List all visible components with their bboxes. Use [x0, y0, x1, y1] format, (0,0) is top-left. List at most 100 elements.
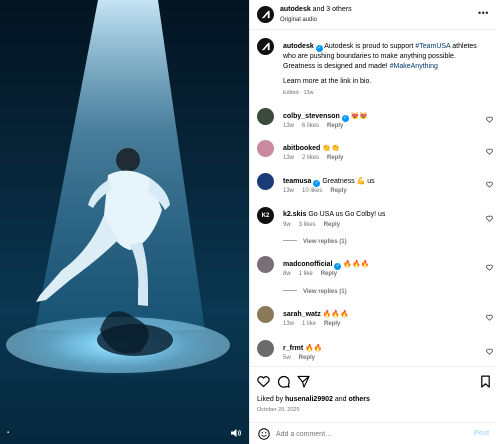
likes-prefix: Liked by: [257, 396, 286, 403]
replies-dash: [283, 240, 297, 241]
like-comment-heart-icon[interactable]: [486, 264, 493, 271]
author-username[interactable]: autodesk: [280, 6, 311, 13]
commenter-avatar[interactable]: [257, 108, 274, 125]
comment-line: abitbooked 👏👏: [283, 144, 340, 152]
audio-label[interactable]: Original audio: [280, 17, 317, 23]
reply-button[interactable]: Reply: [330, 188, 346, 194]
comment-item: madconofficial ✓ 🔥🔥🔥 8w 1 like Reply: [250, 256, 496, 286]
caption-username[interactable]: autodesk: [283, 43, 314, 50]
comment-meta: 9w 3 likes Reply: [283, 222, 348, 228]
reply-button[interactable]: Reply: [324, 321, 340, 327]
commenter-avatar[interactable]: [257, 173, 274, 190]
comment-line: r_frmt 🔥🔥: [283, 344, 323, 352]
like-comment-heart-icon[interactable]: [486, 181, 493, 188]
replies-dash: [283, 290, 297, 291]
comment-text: 👏👏: [322, 145, 340, 152]
dancer-figure: [6, 148, 230, 373]
comment-username[interactable]: madconofficial: [283, 261, 332, 268]
comment-age: 5w: [283, 355, 291, 361]
comments-panel[interactable]: autodesk ✓ Autodesk is proud to support …: [250, 30, 496, 366]
comment-line: colby_stevenson ✓ 😻😻: [283, 112, 368, 122]
bookmark-icon[interactable]: [479, 375, 492, 388]
commenter-avatar[interactable]: K2: [257, 207, 274, 224]
media-indicator-icon: ▪: [7, 430, 10, 436]
autodesk-logo-icon: [261, 10, 270, 19]
hashtag-makeanything[interactable]: #MakeAnything: [390, 63, 438, 70]
comment-item: sarah_watz 🔥🔥🔥 13w 1 like Reply: [250, 306, 496, 336]
caption-link-line: Learn more at the link in bio.: [283, 78, 372, 85]
commenter-avatar[interactable]: [257, 256, 274, 273]
commenter-avatar[interactable]: [257, 140, 274, 157]
more-horizontal-icon[interactable]: •••: [478, 8, 489, 18]
comment-username[interactable]: r_frmt: [283, 345, 303, 352]
comment-age: 8w: [283, 271, 291, 277]
comment-meta: 5w Reply: [283, 355, 323, 361]
commenter-avatar[interactable]: [257, 306, 274, 323]
comment-icon[interactable]: [277, 375, 290, 388]
heart-icon[interactable]: [257, 375, 270, 388]
comment-likes[interactable]: 1 like: [299, 271, 313, 277]
view-replies-button[interactable]: View replies (1): [283, 289, 347, 295]
comment-username[interactable]: k2.skis: [283, 211, 306, 218]
like-comment-heart-icon[interactable]: [486, 116, 493, 123]
comment-line: teamusa ✓ Greatness 💪 us: [283, 177, 375, 187]
comment-username[interactable]: teamusa: [283, 178, 311, 185]
comment-username[interactable]: sarah_watz: [283, 311, 321, 318]
like-comment-heart-icon[interactable]: [486, 148, 493, 155]
view-replies-button[interactable]: View replies (1): [283, 239, 347, 245]
comment-likes[interactable]: 2 likes: [302, 155, 319, 161]
caption-text: autodesk ✓ Autodesk is proud to support …: [283, 42, 488, 71]
author-avatar[interactable]: [257, 6, 274, 23]
hashtag-teamusa[interactable]: #TeamUSA: [415, 43, 450, 50]
view-replies-label: View replies (1): [303, 239, 347, 245]
comment-meta: 13w 2 likes Reply: [283, 155, 351, 161]
caption-body-start: Autodesk is proud to support: [324, 43, 416, 50]
reply-button[interactable]: Reply: [324, 222, 340, 228]
post-video[interactable]: ▪: [0, 0, 249, 444]
comment-likes[interactable]: 1 like: [302, 321, 316, 327]
verified-badge-icon: ✓: [315, 45, 323, 52]
like-comment-heart-icon[interactable]: [486, 215, 493, 222]
comment-username[interactable]: abitbooked: [283, 145, 320, 152]
comment-age: 13w: [283, 155, 295, 161]
comment-text: 🔥🔥🔥: [322, 311, 349, 318]
emoji-picker-icon[interactable]: [258, 428, 270, 440]
view-replies-label: View replies (1): [303, 289, 347, 295]
verified-badge-icon: ✓: [341, 115, 349, 122]
coauthors-link[interactable]: and 3 others: [311, 6, 352, 13]
commenter-avatar[interactable]: [257, 340, 274, 357]
reply-button[interactable]: Reply: [321, 271, 337, 277]
likes-others-link[interactable]: others: [348, 396, 369, 403]
reply-button[interactable]: Reply: [327, 123, 343, 129]
comment-age: 13w: [283, 321, 295, 327]
share-icon[interactable]: [297, 375, 310, 388]
like-comment-heart-icon[interactable]: [486, 348, 493, 355]
comment-input[interactable]: [276, 427, 446, 441]
autodesk-logo-icon: [261, 42, 270, 51]
audio-mute-icon[interactable]: [230, 428, 242, 438]
post-header: autodesk and 3 others Original audio •••: [250, 0, 496, 30]
comment-text: 😻😻: [350, 113, 369, 120]
likes-summary: Liked by husenali29902 and others: [257, 396, 370, 403]
comment-item: r_frmt 🔥🔥 5w Reply: [250, 340, 496, 366]
comment-meta: 13w 1 like Reply: [283, 321, 348, 327]
likes-user-link[interactable]: husenali29902: [285, 396, 333, 403]
comment-text: Greatness 💪 us: [322, 178, 375, 185]
comment-age: 13w: [283, 188, 295, 194]
likes-mid: and: [332, 396, 349, 403]
comment-item: K2 k2.skis Go USA us Go Colby! us 9w 3 li…: [250, 207, 496, 237]
comment-likes[interactable]: 3 likes: [299, 222, 316, 228]
verified-badge-icon: ✓: [313, 180, 321, 187]
comment-line: madconofficial ✓ 🔥🔥🔥: [283, 260, 369, 270]
comment-likes[interactable]: 10 likes: [302, 188, 322, 194]
caption-avatar[interactable]: [257, 38, 274, 55]
post-button[interactable]: Post: [474, 430, 489, 437]
like-comment-heart-icon[interactable]: [486, 314, 493, 321]
post-date[interactable]: October 29, 2025: [257, 407, 300, 413]
comment-likes[interactable]: 6 likes: [302, 123, 319, 129]
comment-item: abitbooked 👏👏 13w 2 likes Reply: [250, 140, 496, 170]
comment-line: k2.skis Go USA us Go Colby! us: [283, 211, 385, 218]
reply-button[interactable]: Reply: [299, 355, 315, 361]
reply-button[interactable]: Reply: [327, 155, 343, 161]
comment-username[interactable]: colby_stevenson: [283, 113, 340, 120]
